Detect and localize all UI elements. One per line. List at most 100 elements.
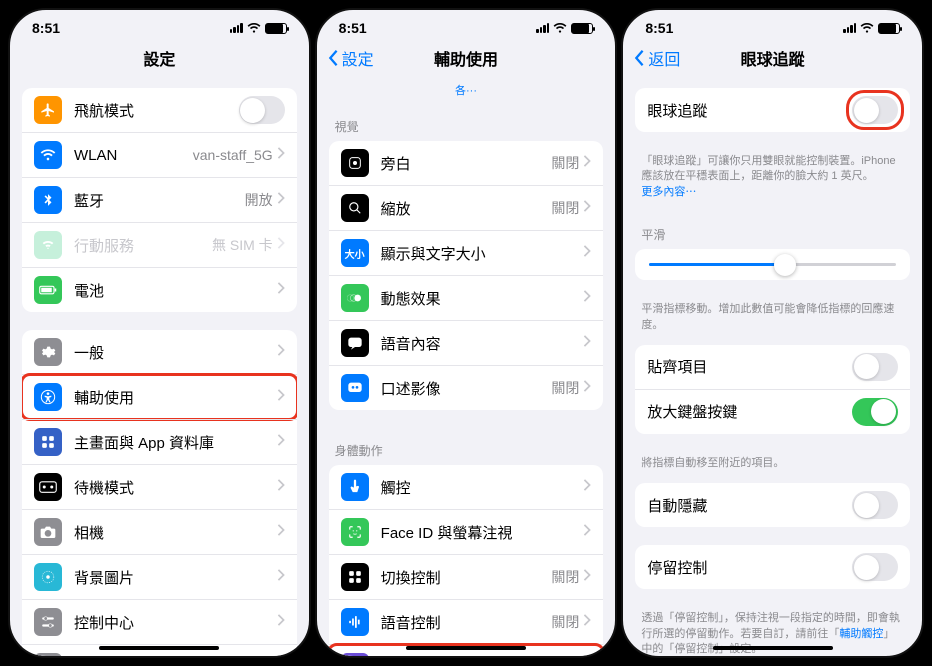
row-value: 關閉 [551, 378, 579, 398]
more-link[interactable]: 更多內容⋯ [641, 186, 696, 198]
accessibility-content[interactable]: 各··· 視覺 旁白 關閉 縮放 關閉 大小 顯示與文字大小 動 [317, 80, 616, 656]
row-label: 相機 [74, 522, 277, 543]
settings-content[interactable]: 飛航模式 WLAN van-staff_5G 藍牙 開放 行動服務 無 SIM … [10, 80, 309, 656]
row-accessibility[interactable]: 輔助使用 [22, 374, 297, 419]
bluetooth-icon [34, 186, 62, 214]
chevron-icon [583, 244, 591, 262]
group-main-toggle: 眼球追蹤 [635, 88, 910, 132]
row-airplane[interactable]: 飛航模式 [22, 88, 297, 132]
section-header-smooth: 平滑 [623, 212, 922, 249]
touch-icon [341, 473, 369, 501]
row-bluetooth[interactable]: 藍牙 開放 [22, 177, 297, 222]
row-motion[interactable]: 動態效果 [329, 275, 604, 320]
row-voiceover[interactable]: 旁白 關閉 [329, 141, 604, 185]
row-keyboard-zoom[interactable]: 放大鍵盤按鍵 [635, 389, 910, 434]
wifi-box-icon [34, 141, 62, 169]
snap-toggle[interactable] [852, 353, 898, 381]
row-camera[interactable]: 相機 [22, 509, 297, 554]
row-value: 關閉 [551, 153, 579, 173]
row-cellular[interactable]: 行動服務 無 SIM 卡 [22, 222, 297, 267]
row-faceid[interactable]: Face ID 與螢幕注視 [329, 509, 604, 554]
group-autohide: 自動隱藏 [635, 483, 910, 527]
chevron-icon [277, 343, 285, 361]
row-zoom[interactable]: 縮放 關閉 [329, 185, 604, 230]
eye-tracking-screen: 8:51 返回 眼球追蹤 眼球追蹤 「眼球追蹤」可讓你只用雙眼就能控制裝置。iP… [621, 8, 924, 658]
status-icons [843, 21, 900, 35]
row-standby[interactable]: 待機模式 [22, 464, 297, 509]
row-control-center[interactable]: 控制中心 [22, 599, 297, 644]
row-voice-control[interactable]: 語音控制 關閉 [329, 599, 604, 644]
wifi-icon [860, 21, 874, 35]
eye-icon [341, 653, 369, 656]
row-label: 語音控制 [381, 612, 552, 633]
group-motor: 觸控 Face ID 與螢幕注視 切換控制 關閉 語音控制 關閉 [329, 465, 604, 656]
chevron-icon [277, 281, 285, 299]
chevron-icon [277, 613, 285, 631]
row-eye-tracking-toggle[interactable]: 眼球追蹤 [635, 88, 910, 132]
switch-icon [341, 563, 369, 591]
battery-icon [571, 23, 593, 34]
status-bar: 8:51 [623, 10, 922, 40]
voiceover-icon [341, 149, 369, 177]
zoom-icon [341, 194, 369, 222]
row-snap[interactable]: 貼齊項目 [635, 345, 910, 389]
row-label: 行動服務 [74, 235, 212, 256]
standby-icon [34, 473, 62, 501]
row-label: 縮放 [381, 198, 552, 219]
chevron-icon [277, 236, 285, 254]
row-label: 貼齊項目 [647, 356, 852, 377]
back-button[interactable]: 返回 [633, 46, 680, 70]
chevron-icon [583, 478, 591, 496]
row-value: 關閉 [551, 567, 579, 587]
chevron-icon [583, 379, 591, 397]
row-label: WLAN [74, 147, 193, 164]
row-value: 無 SIM 卡 [212, 235, 273, 255]
row-label: 停留控制 [647, 557, 852, 578]
row-autohide[interactable]: 自動隱藏 [635, 483, 910, 527]
eye-tracking-content[interactable]: 眼球追蹤 「眼球追蹤」可讓你只用雙眼就能控制裝置。iPhone 應該放在平穩表面… [623, 80, 922, 656]
footer-text: 「眼球追蹤」可讓你只用雙眼就能控制裝置。iPhone 應該放在平穩表面上，距離你… [623, 150, 922, 212]
settings-screen: 8:51 設定 飛航模式 WLAN van-staff_5G 藍牙 [8, 8, 311, 658]
assistive-touch-link[interactable]: 輔助觸控 [839, 628, 883, 640]
airplane-icon [34, 96, 62, 124]
chevron-icon [583, 334, 591, 352]
eye-tracking-toggle[interactable] [852, 96, 898, 124]
row-switch-control[interactable]: 切換控制 關閉 [329, 554, 604, 599]
wallpaper-icon [34, 563, 62, 591]
status-bar: 8:51 [317, 10, 616, 40]
row-audiodesc[interactable]: 口述影像 關閉 [329, 365, 604, 410]
row-battery[interactable]: 電池 [22, 267, 297, 312]
keyboard-zoom-toggle[interactable] [852, 398, 898, 426]
row-label: 口述影像 [381, 378, 552, 399]
row-homescreen[interactable]: 主畫面與 App 資料庫 [22, 419, 297, 464]
smooth-slider[interactable] [635, 249, 910, 280]
cellular-icon [34, 231, 62, 259]
airplane-toggle[interactable] [239, 96, 285, 124]
chevron-icon [277, 568, 285, 586]
row-label: Face ID 與螢幕注視 [381, 522, 584, 543]
autohide-toggle[interactable] [852, 491, 898, 519]
home-indicator[interactable] [713, 646, 833, 650]
row-dwell[interactable]: 停留控制 [635, 545, 910, 589]
row-label: 切換控制 [381, 567, 552, 588]
dwell-toggle[interactable] [852, 553, 898, 581]
overflow-label[interactable]: 各··· [317, 80, 616, 104]
row-general[interactable]: 一般 [22, 330, 297, 374]
row-wlan[interactable]: WLAN van-staff_5G [22, 132, 297, 177]
row-touch[interactable]: 觸控 [329, 465, 604, 509]
nav-bar: 返回 眼球追蹤 [623, 40, 922, 80]
footer-text-snap: 將指標自動移至附近的項目。 [623, 452, 922, 483]
back-button[interactable]: 設定 [327, 46, 374, 70]
home-indicator[interactable] [99, 646, 219, 650]
row-label: 顯示與文字大小 [381, 243, 584, 264]
row-textsize[interactable]: 大小 顯示與文字大小 [329, 230, 604, 275]
row-speech[interactable]: 語音內容 [329, 320, 604, 365]
row-label: 觸控 [381, 477, 584, 498]
signal-icon [536, 23, 549, 33]
chevron-icon [277, 388, 285, 406]
status-time: 8:51 [339, 20, 367, 36]
row-wallpaper[interactable]: 背景圖片 [22, 554, 297, 599]
home-indicator[interactable] [406, 646, 526, 650]
battery-icon [878, 23, 900, 34]
row-label: 背景圖片 [74, 567, 277, 588]
